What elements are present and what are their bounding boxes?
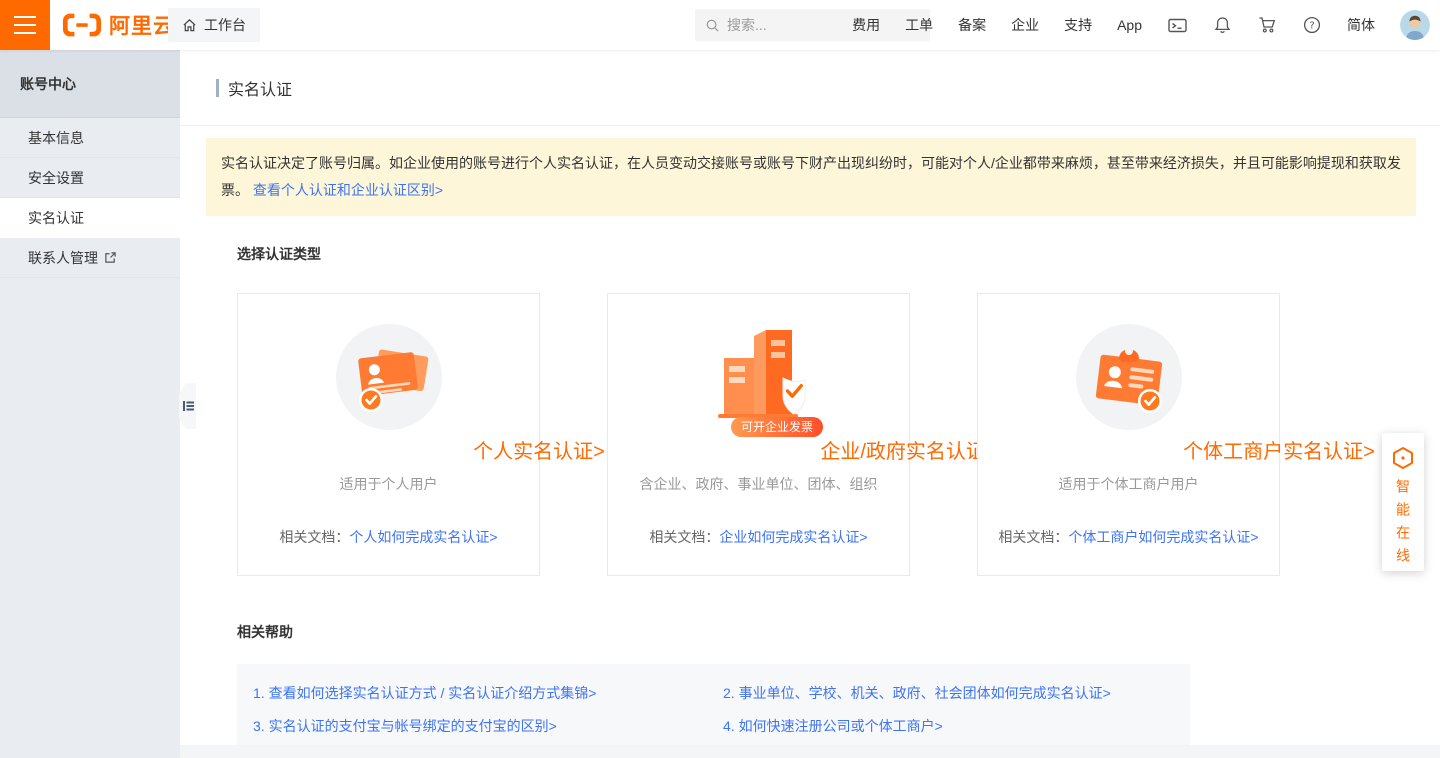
user-avatar[interactable]: [1400, 10, 1430, 40]
assistant-hexagon-icon: [1391, 447, 1415, 469]
personal-id-card-icon: [334, 322, 444, 437]
help-icon[interactable]: ?: [1302, 15, 1322, 35]
search-icon: [705, 18, 720, 33]
home-icon: [182, 18, 197, 33]
workbench-label: 工作台: [204, 15, 246, 35]
terminal-icon[interactable]: [1167, 15, 1187, 35]
doc-prefix: 相关文档：: [998, 529, 1068, 545]
collapse-menu-icon: [183, 400, 194, 412]
sidebar: 账号中心 基本信息 安全设置 实名认证 联系人管理: [0, 50, 180, 758]
notice-link[interactable]: 查看个人认证和企业认证区别>: [253, 182, 443, 198]
external-link-icon: [104, 251, 117, 264]
aliyun-logo[interactable]: 阿里云: [62, 0, 175, 50]
help-link-1[interactable]: 1. 查看如何选择实名认证方式 / 实名认证介绍方式集锦>: [253, 677, 723, 710]
sidebar-item-label: 实名认证: [28, 208, 84, 228]
page-title: 实名认证: [228, 76, 292, 100]
personal-doc-link[interactable]: 个人如何完成实名认证>: [349, 529, 497, 545]
title-accent-bar: [216, 79, 219, 97]
hamburger-menu-button[interactable]: [0, 0, 50, 50]
sidebar-item-security-settings[interactable]: 安全设置: [0, 158, 180, 198]
assistant-label: 智能在线: [1393, 479, 1413, 571]
nav-enterprise[interactable]: 企业: [1011, 15, 1039, 35]
sidebar-item-basic-info[interactable]: 基本信息: [0, 118, 180, 158]
card-enterprise-verification: 可开企业发票 企业/政府实名认证> 含企业、政府、事业单位、团体、组织 相关文档…: [607, 293, 910, 576]
smart-online-assistant-button[interactable]: 智能在线: [1382, 433, 1424, 571]
topbar: 阿里云 工作台 费用 工单 备案 企业 支持 App: [0, 0, 1440, 50]
bell-icon[interactable]: [1212, 15, 1232, 35]
verification-cards: 个人实名认证> 适用于个人用户 相关文档：个人如何完成实名认证>: [237, 293, 1440, 576]
nav-billing[interactable]: 费用: [852, 15, 880, 35]
enterprise-doc-row: 相关文档：企业如何完成实名认证>: [608, 527, 909, 547]
help-links-panel: 1. 查看如何选择实名认证方式 / 实名认证介绍方式集锦> 2. 事业单位、学校…: [237, 664, 1190, 758]
section-related-help: 相关帮助: [237, 622, 1440, 642]
individual-business-doc-link[interactable]: 个体工商户如何完成实名认证>: [1068, 529, 1258, 545]
card-individual-business-verification: 个体工商户实名认证> 适用于个体工商户用户 相关文档：个体工商户如何完成实名认证…: [977, 293, 1280, 576]
sidebar-item-label: 基本信息: [28, 128, 84, 148]
nav-app[interactable]: App: [1117, 17, 1142, 33]
sidebar-item-contact-management[interactable]: 联系人管理: [0, 238, 180, 278]
page-bottom-strip: [180, 745, 1440, 758]
help-link-4[interactable]: 4. 如何快速注册公司或个体工商户>: [723, 710, 1190, 743]
page-title-row: 实名认证: [180, 50, 1440, 126]
logo-text: 阿里云: [109, 10, 175, 40]
doc-prefix: 相关文档：: [649, 529, 719, 545]
topbar-nav: 费用 工单 备案 企业 支持 App: [852, 0, 1430, 50]
personal-doc-row: 相关文档：个人如何完成实名认证>: [238, 527, 539, 547]
enterprise-doc-link[interactable]: 企业如何完成实名认证>: [719, 529, 867, 545]
help-link-3[interactable]: 3. 实名认证的支付宝与帐号绑定的支付宝的区别>: [253, 710, 723, 743]
language-switch[interactable]: 简体: [1347, 15, 1375, 35]
help-link-2[interactable]: 2. 事业单位、学校、机关、政府、社会团体如何完成实名认证>: [723, 677, 1190, 710]
sidebar-item-label: 联系人管理: [28, 248, 98, 268]
sidebar-item-label: 安全设置: [28, 168, 84, 188]
invoice-badge: 可开企业发票: [731, 417, 823, 437]
aliyun-bracket-icon: [62, 12, 102, 38]
section-choose-type: 选择认证类型: [237, 244, 1440, 264]
workbench-button[interactable]: 工作台: [168, 8, 260, 42]
enterprise-verification-subtitle: 含企业、政府、事业单位、团体、组织: [608, 474, 909, 494]
doc-prefix: 相关文档：: [279, 529, 349, 545]
individual-business-doc-row: 相关文档：个体工商户如何完成实名认证>: [978, 527, 1279, 547]
nav-support[interactable]: 支持: [1064, 15, 1092, 35]
card-personal-verification: 个人实名认证> 适用于个人用户 相关文档：个人如何完成实名认证>: [237, 293, 540, 576]
individual-business-subtitle: 适用于个体工商户用户: [978, 474, 1279, 494]
nav-icp[interactable]: 备案: [958, 15, 986, 35]
nav-tickets[interactable]: 工单: [905, 15, 933, 35]
business-badge-icon: [1074, 322, 1184, 437]
svg-text:?: ?: [1309, 21, 1314, 32]
personal-verification-subtitle: 适用于个人用户: [238, 474, 539, 494]
sidebar-item-real-name-verification[interactable]: 实名认证: [0, 198, 180, 238]
main-content: 实名认证 实名认证决定了账号归属。如企业使用的账号进行个人实名认证，在人员变动交…: [180, 50, 1440, 758]
notice-banner: 实名认证决定了账号归属。如企业使用的账号进行个人实名认证，在人员变动交接账号或账…: [206, 138, 1416, 216]
sidebar-title: 账号中心: [0, 50, 180, 118]
cart-icon[interactable]: [1257, 15, 1277, 35]
